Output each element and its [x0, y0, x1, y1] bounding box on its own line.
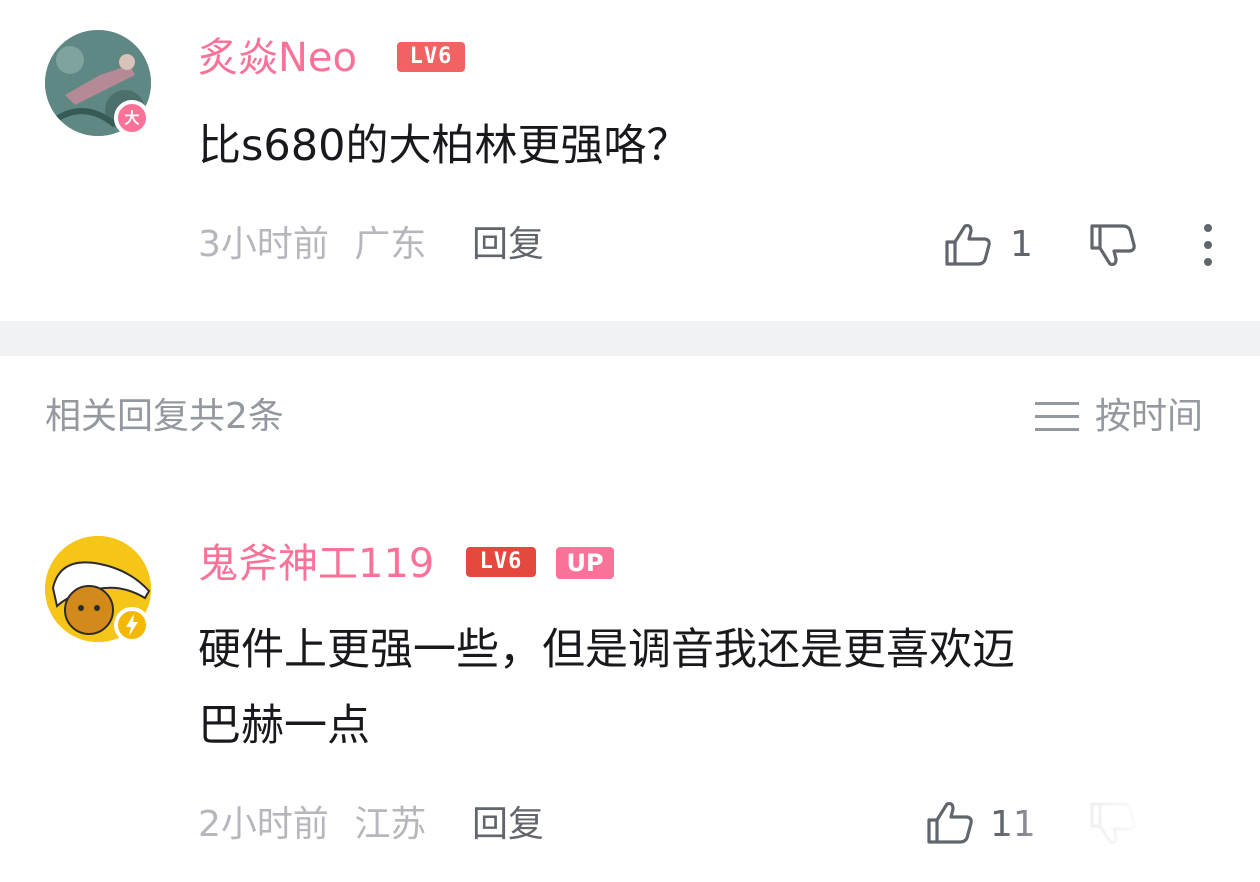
username[interactable]: 炙焱Neo — [198, 33, 357, 83]
reply-button[interactable]: 回复 — [472, 222, 544, 268]
sort-label: 按时间 — [1095, 396, 1204, 437]
sort-button[interactable]: 按时间 — [1035, 394, 1203, 440]
reply-button[interactable]: 回复 — [472, 802, 544, 848]
more-icon[interactable] — [1198, 222, 1218, 268]
level-badge: LV6 — [397, 42, 465, 72]
lightning-icon — [126, 614, 138, 636]
replies-count-title: 相关回复共2条 — [45, 396, 284, 437]
level-badge: LV6 — [466, 547, 536, 577]
reply-text-line2: 巴赫一点 — [198, 701, 370, 751]
section-divider — [0, 321, 1260, 356]
reply-time: 2小时前 — [198, 804, 329, 845]
like-count: 1 — [1010, 224, 1033, 265]
up-badge: UP — [556, 547, 614, 579]
avatar-badge: 大 — [114, 100, 150, 136]
avatar-badge — [114, 607, 150, 643]
reply-text-line1: 硬件上更强一些，但是调音我还是更喜欢迈 — [198, 625, 1015, 675]
dislike-icon[interactable] — [1088, 222, 1138, 268]
like-icon[interactable] — [943, 222, 993, 268]
comment-time: 3小时前 — [198, 224, 329, 265]
sort-icon — [1035, 402, 1079, 431]
like-icon[interactable] — [925, 800, 975, 846]
reply-location: 江苏 — [354, 804, 427, 845]
comment-text: 比s680的大柏林更强咯？ — [198, 121, 690, 171]
username[interactable]: 鬼斧神工119 — [198, 539, 434, 589]
bottom-fade-overlay — [1000, 790, 1260, 882]
comment-meta: 3小时前 广东 — [198, 222, 426, 268]
comment-location: 广东 — [354, 224, 427, 265]
reply-meta: 2小时前 江苏 — [198, 802, 426, 848]
